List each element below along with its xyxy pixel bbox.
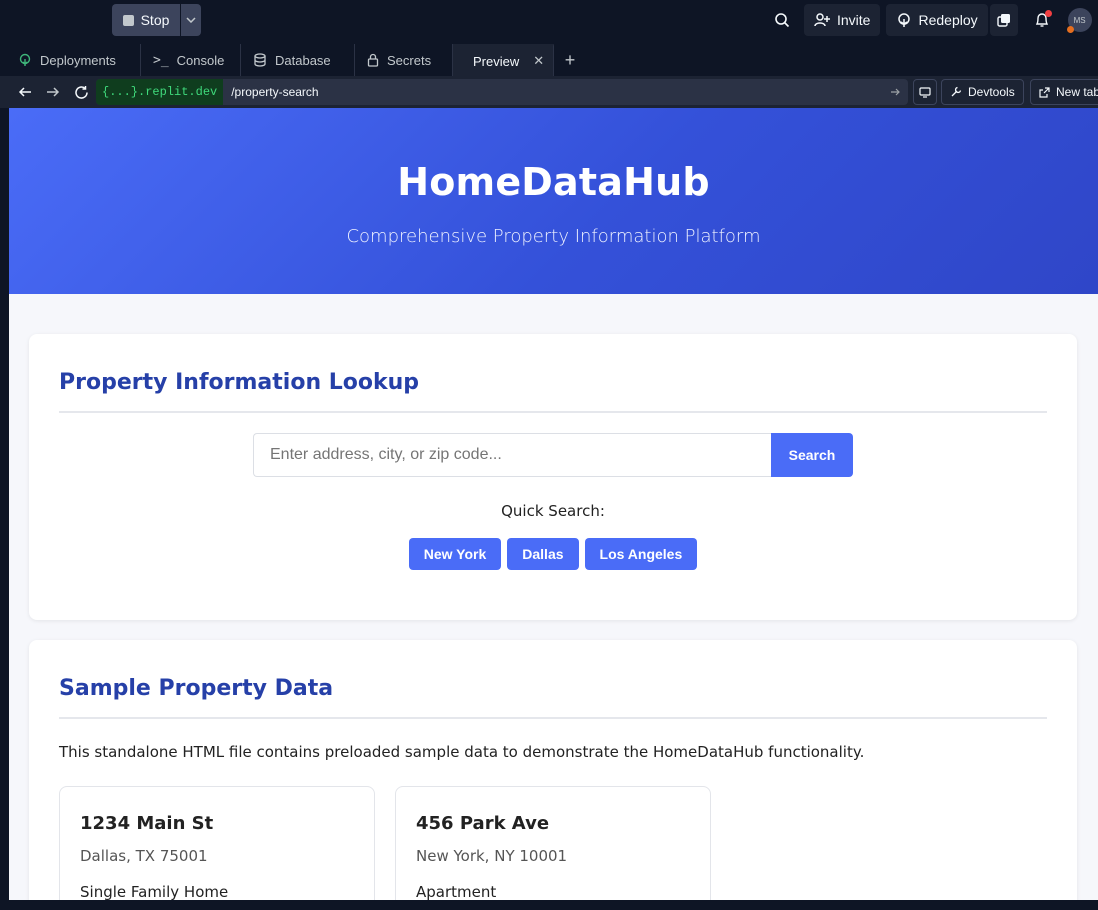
new-tab-label: New tab	[1056, 85, 1098, 99]
window-button[interactable]	[989, 4, 1018, 36]
search-placeholder: Enter address, city, or zip code...	[270, 446, 502, 463]
devtools-button[interactable]: Devtools	[941, 79, 1024, 105]
sample-heading: Sample Property Data	[59, 676, 334, 701]
tab-label: Console	[176, 52, 225, 68]
tab-console[interactable]: >_ Console	[141, 44, 241, 76]
invite-label: Invite	[837, 12, 871, 28]
account-menu[interactable]: MS	[1064, 4, 1096, 36]
property-type: Apartment	[416, 883, 497, 900]
quick-search-label: Quick Search:	[501, 502, 605, 520]
divider	[59, 411, 1047, 413]
property-address: 456 Park Ave	[416, 813, 550, 834]
wrench-icon	[951, 86, 962, 97]
search-button[interactable]: Search	[771, 433, 853, 477]
devtools-label: Devtools	[968, 85, 1015, 99]
run-options-button[interactable]	[181, 4, 201, 36]
add-user-icon	[814, 13, 830, 27]
preview-viewport: HomeDataHub Comprehensive Property Infor…	[9, 108, 1098, 900]
url-field[interactable]: {...}.replit.dev /property-search	[96, 79, 908, 105]
preview-address-bar: {...}.replit.dev /property-search Devtoo…	[0, 76, 1098, 108]
reload-button[interactable]	[67, 78, 95, 106]
url-host: {...}.replit.dev	[96, 79, 224, 105]
tab-preview[interactable]: Preview ✕	[453, 44, 554, 76]
lookup-card: Property Information Lookup Enter addres…	[29, 334, 1077, 620]
deployments-icon	[19, 53, 31, 66]
tab-deployments[interactable]: Deployments	[6, 44, 141, 76]
property-type: Single Family Home	[80, 883, 229, 900]
run-control: Stop	[112, 4, 201, 36]
go-arrow-icon[interactable]	[890, 87, 900, 97]
ide-bottom-edge	[0, 900, 1098, 910]
arrow-left-icon	[18, 87, 31, 97]
hero-header: HomeDataHub Comprehensive Property Infor…	[9, 108, 1098, 294]
property-address: 1234 Main St	[80, 813, 214, 834]
quick-search-los-angeles[interactable]: Los Angeles	[584, 538, 698, 570]
sample-description: This standalone HTML file contains prelo…	[59, 743, 865, 761]
invite-button[interactable]: Invite	[804, 4, 881, 36]
back-button[interactable]	[11, 78, 39, 106]
topbar-actions: Invite Redeploy MS	[766, 4, 1096, 36]
quick-search-dallas[interactable]: Dallas	[507, 538, 579, 570]
add-tab-button[interactable]: +	[554, 44, 586, 76]
sample-data-card: Sample Property Data This standalone HTM…	[29, 640, 1077, 900]
database-icon	[254, 53, 266, 67]
deploy-icon	[898, 13, 911, 27]
property-card[interactable]: 1234 Main St Dallas, TX 75001 Single Fam…	[59, 786, 375, 900]
close-tab-icon[interactable]: ✕	[533, 53, 544, 69]
console-icon: >_	[153, 52, 169, 68]
tab-label: Preview	[473, 53, 520, 69]
lookup-heading: Property Information Lookup	[59, 370, 420, 395]
external-link-icon	[1039, 86, 1050, 98]
search-icon	[775, 13, 790, 28]
property-card[interactable]: 456 Park Ave New York, NY 10001 Apartmen…	[395, 786, 711, 900]
quick-search-buttons: New York Dallas Los Angeles	[29, 538, 1077, 570]
pane-tabs: Deployments >_ Console Database Secrets …	[0, 44, 1098, 76]
site-title: HomeDataHub	[397, 160, 710, 204]
chevron-down-icon	[186, 17, 196, 23]
plus-icon: +	[564, 49, 576, 70]
arrow-right-icon	[47, 87, 60, 97]
reload-icon	[74, 85, 88, 99]
avatar-initials: MS	[1073, 15, 1086, 25]
notifications-button[interactable]	[1026, 4, 1058, 36]
tab-secrets[interactable]: Secrets	[355, 44, 453, 76]
stop-label: Stop	[140, 12, 170, 28]
url-path: /property-search	[231, 85, 319, 99]
screen-icon	[919, 86, 931, 98]
redeploy-label: Redeploy	[918, 12, 978, 28]
notification-dot	[1044, 10, 1052, 17]
copy-icon	[996, 14, 1010, 27]
search-input[interactable]: Enter address, city, or zip code...	[253, 433, 771, 477]
property-city: Dallas, TX 75001	[80, 847, 208, 865]
forward-button[interactable]	[39, 78, 67, 106]
new-tab-button[interactable]: New tab	[1030, 79, 1098, 105]
lock-icon	[367, 53, 379, 67]
stop-icon	[122, 14, 134, 26]
stop-button[interactable]: Stop	[112, 4, 180, 36]
tab-label: Secrets	[387, 52, 432, 68]
tab-label: Deployments	[40, 52, 116, 68]
status-dot	[1066, 26, 1074, 33]
avatar: MS	[1066, 8, 1092, 33]
ide-topbar: Stop Invite Redeploy MS	[0, 0, 1098, 42]
property-city: New York, NY 10001	[416, 847, 568, 865]
search-button[interactable]	[766, 4, 798, 36]
quick-search-new-york[interactable]: New York	[408, 538, 502, 570]
tab-label: Database	[275, 52, 331, 68]
divider	[59, 717, 1047, 719]
device-preview-button[interactable]	[913, 79, 937, 105]
redeploy-button[interactable]: Redeploy	[886, 4, 988, 36]
tab-database[interactable]: Database	[241, 44, 355, 76]
site-subtitle: Comprehensive Property Information Platf…	[346, 226, 761, 247]
